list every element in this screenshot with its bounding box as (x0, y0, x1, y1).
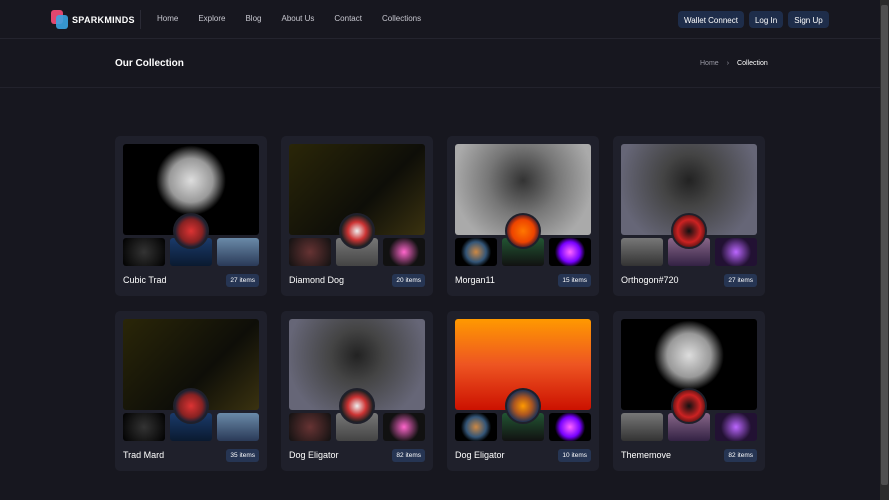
scrollbar-thumb[interactable] (881, 5, 888, 485)
item-count-badge: 82 items (724, 449, 757, 462)
collection-thumbnail[interactable] (289, 413, 331, 441)
signup-button[interactable]: Sign Up (788, 11, 829, 28)
nav-collections[interactable]: Collections (382, 14, 421, 23)
logo-icon (51, 10, 68, 29)
nav-about[interactable]: About Us (281, 14, 314, 23)
collection-thumbnail[interactable] (383, 413, 425, 441)
collection-thumbnail[interactable] (455, 413, 497, 441)
collection-name[interactable]: Diamond Dog (289, 275, 344, 285)
item-count-badge: 35 items (226, 449, 259, 462)
collection-card[interactable]: Trad Mard 35 items (115, 311, 267, 471)
collection-card[interactable]: Orthogon#720 27 items (613, 136, 765, 296)
nav-blog[interactable]: Blog (245, 14, 261, 23)
nav-contact[interactable]: Contact (334, 14, 362, 23)
collection-name[interactable]: Orthogon#720 (621, 275, 679, 285)
collection-thumbnail[interactable] (715, 238, 757, 266)
collection-name[interactable]: Thememove (621, 450, 671, 460)
nav-home[interactable]: Home (157, 14, 178, 23)
creator-avatar[interactable] (173, 213, 209, 249)
creator-avatar[interactable] (339, 388, 375, 424)
collection-card[interactable]: Morgan11 15 items (447, 136, 599, 296)
creator-avatar[interactable] (671, 213, 707, 249)
logo[interactable]: SPARKMINDS (51, 10, 135, 29)
collection-thumbnail[interactable] (217, 413, 259, 441)
collection-card[interactable]: Thememove 82 items (613, 311, 765, 471)
divider (140, 10, 141, 29)
creator-avatar[interactable] (173, 388, 209, 424)
main-menu: Home Explore Blog About Us Contact Colle… (157, 14, 441, 23)
creator-avatar[interactable] (505, 213, 541, 249)
collection-name[interactable]: Dog Eligator (289, 450, 339, 460)
breadcrumb: Home › Collection (700, 60, 768, 67)
collection-thumbnail[interactable] (621, 413, 663, 441)
creator-avatar[interactable] (505, 388, 541, 424)
nav-explore[interactable]: Explore (198, 14, 225, 23)
collection-thumbnail[interactable] (123, 238, 165, 266)
collection-thumbnail[interactable] (455, 238, 497, 266)
collection-thumbnail[interactable] (715, 413, 757, 441)
page-title: Our Collection (115, 58, 184, 69)
item-count-badge: 15 items (558, 274, 591, 287)
item-count-badge: 10 items (558, 449, 591, 462)
collection-thumbnail[interactable] (549, 238, 591, 266)
collection-thumbnail[interactable] (383, 238, 425, 266)
creator-avatar[interactable] (339, 213, 375, 249)
collection-thumbnail[interactable] (217, 238, 259, 266)
chevron-right-icon: › (726, 60, 730, 67)
collection-card[interactable]: Dog Eligator 82 items (281, 311, 433, 471)
breadcrumb-home[interactable]: Home (700, 60, 719, 67)
item-count-badge: 27 items (724, 274, 757, 287)
collection-name[interactable]: Cubic Trad (123, 275, 167, 285)
collection-card[interactable]: Dog Eligator 10 items (447, 311, 599, 471)
collection-thumbnail[interactable] (549, 413, 591, 441)
collection-name[interactable]: Morgan11 (455, 275, 495, 285)
collection-thumbnail[interactable] (123, 413, 165, 441)
collection-name[interactable]: Dog Eligator (455, 450, 505, 460)
collection-thumbnail[interactable] (289, 238, 331, 266)
item-count-badge: 27 items (226, 274, 259, 287)
item-count-badge: 82 items (392, 449, 425, 462)
brand-name: SPARKMINDS (72, 14, 135, 25)
top-nav: SPARKMINDS Home Explore Blog About Us Co… (0, 0, 880, 39)
breadcrumb-current: Collection (737, 60, 768, 67)
page-header: Our Collection Home › Collection (0, 40, 880, 88)
item-count-badge: 20 items (392, 274, 425, 287)
collection-thumbnail[interactable] (621, 238, 663, 266)
creator-avatar[interactable] (671, 388, 707, 424)
login-button[interactable]: Log In (748, 11, 784, 28)
scrollbar[interactable] (880, 0, 889, 500)
collection-card[interactable]: Cubic Trad 27 items (115, 136, 267, 296)
collection-card[interactable]: Diamond Dog 20 items (281, 136, 433, 296)
wallet-connect-button[interactable]: Wallet Connect (678, 11, 744, 28)
collection-grid: Cubic Trad 27 items Diamond Dog 20 items… (115, 136, 765, 471)
collection-name[interactable]: Trad Mard (123, 450, 164, 460)
